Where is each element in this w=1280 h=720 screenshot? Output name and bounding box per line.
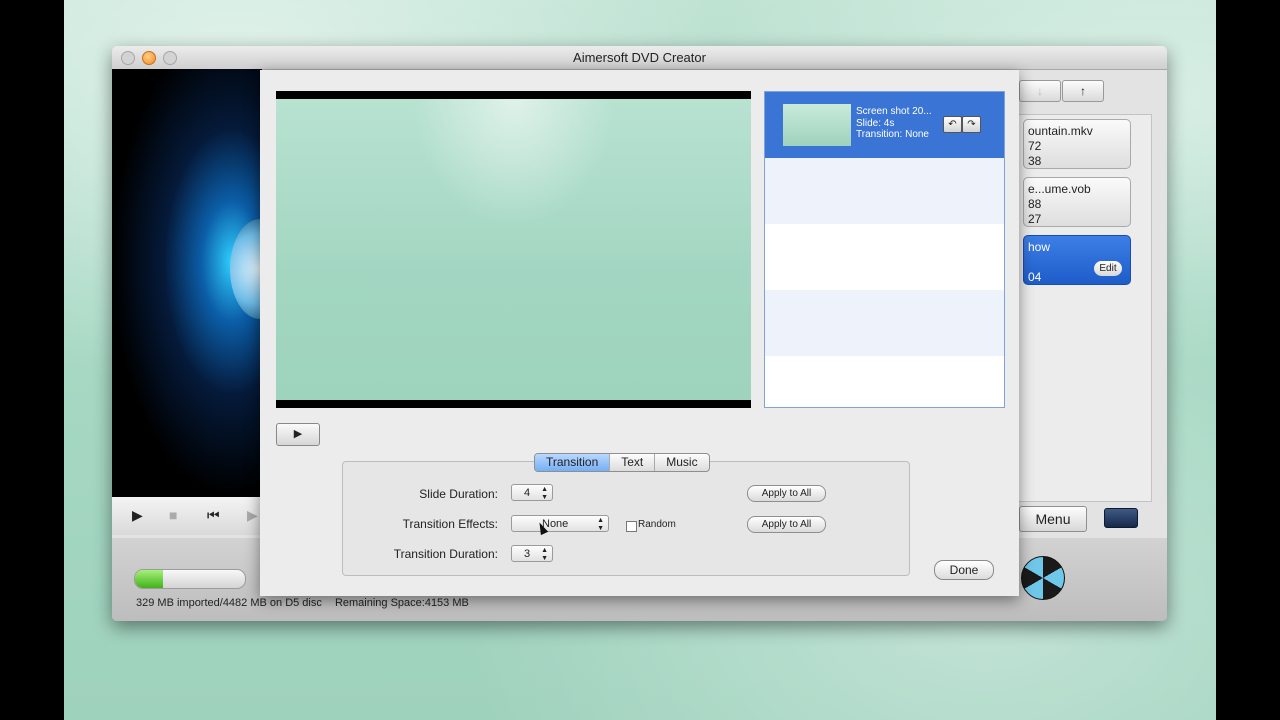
tab-text[interactable]: Text [610,454,656,471]
file-item[interactable]: ountain.mkv 72 38 [1023,119,1131,169]
select-arrows-icon: ▲ ▼ [597,517,604,532]
file-item[interactable]: e...ume.vob 88 27 [1023,177,1131,227]
disc-usage-bar [134,569,246,589]
slide-duration-label: Slide Duration: [419,487,498,501]
transition-duration-stepper[interactable]: 3 ▲ ▼ [511,545,553,562]
file-duration: 27 [1028,212,1042,226]
slideshow-edit-dialog: ▶ Screen shot 20... Slide: 4s Transition… [260,70,1019,596]
menu-button[interactable]: Menu [1019,506,1087,532]
title-bar: Aimersoft DVD Creator [112,46,1167,70]
remaining-space: Remaining Space:4153 MB [334,597,469,609]
transition-duration-value: 3 [524,548,531,560]
file-name: e...ume.vob [1028,182,1091,196]
slide-name: Screen shot 20... [856,106,932,117]
apply-slide-duration-to-all-button[interactable]: Apply to All [747,485,826,502]
tab-music[interactable]: Music [655,454,708,471]
random-label: Random [638,519,676,530]
burn-disc-icon[interactable] [1021,556,1065,600]
move-up-button[interactable]: ↑ [1062,80,1104,102]
slide-duration-stepper[interactable]: 4 ▲ ▼ [511,484,553,501]
transition-effects-select[interactable]: None ▲ ▼ [511,515,609,532]
next-icon[interactable]: ▶ [247,507,258,524]
rotate-left-icon[interactable]: ↶ [943,116,962,133]
slide-duration-value: 4 [524,487,531,499]
preview-icon[interactable] [1104,508,1138,528]
stop-icon[interactable]: ■ [169,507,177,523]
stepper-arrows-icon: ▲ ▼ [541,547,548,562]
stepper-arrows-icon: ▲ ▼ [541,486,548,501]
random-checkbox[interactable] [626,521,637,532]
edit-button[interactable]: Edit [1094,261,1122,276]
file-name: ountain.mkv [1028,124,1093,138]
slide-transition: Transition: None [856,129,929,140]
file-detail: 72 [1028,139,1042,153]
slide-preview [276,91,751,408]
player-controls: ▶ ■ ⏮ ▶ [112,497,262,535]
tab-transition[interactable]: Transition [535,454,611,471]
settings-tabs: Transition Text Music [534,453,710,472]
slide-item-selected[interactable]: Screen shot 20... Slide: 4s Transition: … [765,92,1004,158]
play-icon[interactable]: ▶ [132,507,143,524]
slide-duration: Slide: 4s [856,117,895,129]
file-detail: 88 [1028,197,1042,211]
apply-transition-to-all-button[interactable]: Apply to All [747,516,826,533]
transition-effects-label: Transition Effects: [402,517,498,531]
main-preview-area [112,69,290,497]
slide-list: Screen shot 20... Slide: 4s Transition: … [764,91,1005,408]
done-button[interactable]: Done [934,560,994,580]
capacity-text: 329 MB imported/4482 MB on D5 disc Remai… [136,597,479,609]
slide-preview-image [276,99,751,400]
slide-list-row [765,224,1004,290]
file-duration: 38 [1028,154,1042,168]
file-item-slideshow[interactable]: how 04 Edit [1023,235,1131,285]
transition-duration-label: Transition Duration: [393,547,498,561]
move-down-button[interactable]: ↓ [1019,80,1061,102]
disc-usage-fill [135,570,163,588]
window-title: Aimersoft DVD Creator [573,50,706,65]
slide-thumbnail [783,104,851,146]
imported-size: 329 MB imported/4482 MB on D5 disc [136,597,322,609]
previous-icon[interactable]: ⏮ [207,507,220,524]
slide-list-row [765,158,1004,224]
file-name: how [1028,240,1051,254]
file-list-panel: ountain.mkv 72 38 e...ume.vob 88 27 how … [1018,114,1152,502]
rotate-right-icon[interactable]: ↷ [962,116,981,133]
preview-play-button[interactable]: ▶ [276,423,320,446]
slide-list-row [765,290,1004,356]
slide-info: Screen shot 20... Slide: 4s Transition: … [856,106,932,141]
